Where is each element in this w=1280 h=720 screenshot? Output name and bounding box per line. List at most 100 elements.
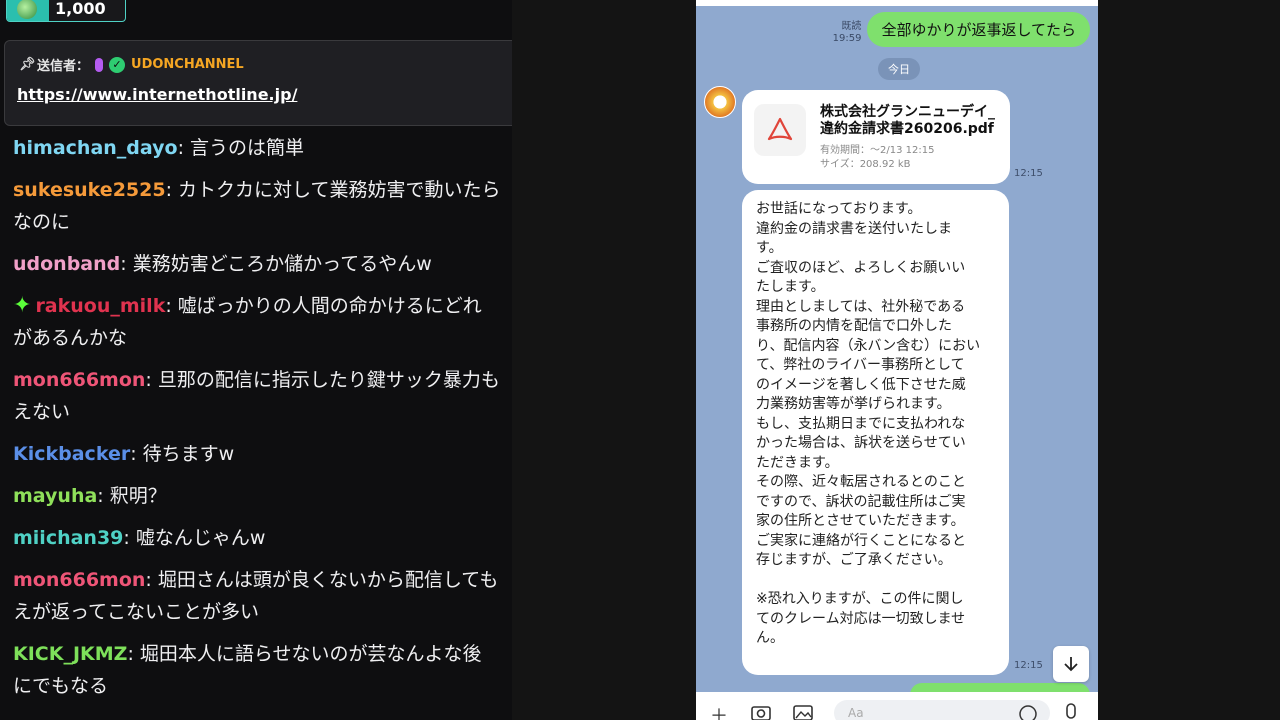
message-line	[756, 571, 999, 591]
line-chat-screen: 既読 19:59 全部ゆかりが返事返してたら 今日 株式会社グランニューデイ_違…	[696, 0, 1098, 720]
chat-text: 旦那の配信に指示したり鍵サック暴力も	[157, 369, 500, 391]
chat-username[interactable]: mon666mon	[13, 569, 145, 591]
file-time: 12:15	[1014, 168, 1043, 179]
message-line: かった場合は、訴状を送らせてい	[756, 435, 966, 451]
message-line: てのクレーム対応は一切致しませ	[756, 610, 966, 627]
microphone-icon[interactable]	[1064, 702, 1078, 720]
chat-text-continued: にでもなる	[13, 675, 109, 697]
message-line: す。	[756, 240, 783, 256]
pin-icon: 📌︎	[19, 57, 36, 72]
chat-username[interactable]: KICK_JKMZ	[13, 643, 127, 665]
message-line: ご実家に連絡が行くことになると	[756, 532, 966, 549]
chat-message: himachan_dayo: 言うのは簡単	[13, 137, 305, 159]
chat-text: 堀田さんは頭が良くないから配信しても	[157, 569, 499, 591]
scroll-down-button[interactable]	[1053, 646, 1089, 682]
chat-text-continued: えが返ってこないことが多い	[13, 601, 260, 623]
pdf-icon	[754, 104, 806, 156]
message-line: て、弊社のライバー事務所として	[756, 357, 965, 373]
chat-message: udonband: 業務妨害どころか儲かってるやんw	[13, 253, 432, 275]
chat-text-continued: なのに	[13, 211, 71, 233]
message-line: り、配信内容（永バン含む）におい	[756, 337, 981, 354]
chat-text: 嘘ばっかりの人間の命かけるにどれ	[177, 295, 482, 317]
chat-text: 堀田本人に語らせないのが芸なんよな後	[139, 643, 482, 665]
chat-text: 釈明？	[109, 485, 167, 507]
gift-badge[interactable]: 1,000	[6, 0, 126, 22]
pinned-message: 📌︎ 送信者： ✓ UDONCHANNEL https://www.intern…	[4, 40, 512, 126]
message-line: 力業務妨害等が挙げられます。	[756, 396, 951, 412]
chat-text-continued: えない	[13, 401, 71, 423]
avatar[interactable]	[704, 86, 736, 118]
chat-username[interactable]: Kickbacker	[13, 443, 130, 465]
file-size: サイズ：208.92 kB	[820, 159, 911, 170]
chat-message: mon666mon: 堀田さんは頭が良くないから配信しても えが返ってこないこと…	[0, 560, 512, 634]
input-bar: ＋ Aa	[696, 692, 1098, 720]
gem-icon	[17, 0, 37, 19]
message-line: 存じますが、ご了承ください。	[756, 552, 952, 568]
chat-username[interactable]: mon666mon	[13, 369, 145, 391]
chat-username[interactable]: udonband	[13, 253, 120, 275]
chat-message: mayuha: 釈明？	[13, 485, 167, 507]
date-divider: 今日	[878, 58, 920, 80]
verified-icon: ✓	[109, 56, 126, 73]
message-line: 事務所の内情を配信で口外した	[756, 318, 952, 334]
image-icon[interactable]	[792, 702, 814, 720]
file-attachment[interactable]: 株式会社グランニューデイ_違約金請求書260206.pdf 有効期間：～2/13…	[742, 90, 1010, 184]
message-line: 違約金の請求書を送付いたしま	[756, 220, 952, 237]
sent-time: 19:59	[832, 33, 862, 44]
message-line: 家の住所とさせていただきます。	[756, 513, 965, 529]
screen: 1,000 📌︎ 送信者： ✓ UDONCHANNEL https://www.…	[0, 0, 1280, 720]
message-line: ご査収のほど、よろしくお願いい	[756, 259, 966, 276]
message-line: ただきます。	[756, 454, 839, 471]
chat-message: Kickbacker: 待ちますw	[13, 443, 235, 465]
message-line: お世話になっております。	[756, 201, 922, 217]
message-line: もし、支払期日までに支払われな	[756, 415, 966, 432]
plus-icon[interactable]: ＋	[710, 702, 728, 720]
stream-chat-panel: 1,000 📌︎ 送信者： ✓ UDONCHANNEL https://www.…	[0, 0, 512, 720]
chat-message: miichan39: 嘘なんじゃんw	[13, 527, 266, 549]
pinned-sender-row: 📌︎ 送信者： ✓ UDONCHANNEL	[19, 55, 244, 74]
chat-username[interactable]: rakuou_milk	[35, 295, 165, 317]
chat-message: mon666mon: 旦那の配信に指示したり鍵サック暴力も えない	[0, 360, 512, 434]
chat-username[interactable]: mayuha	[13, 485, 97, 507]
background-area	[1098, 0, 1280, 720]
chat-message-list: himachan_dayo: 言うのは簡単 sukesuke2525: カトクカ…	[0, 128, 512, 708]
chat-message: sukesuke2525: カトクカに対して業務妨害で動いたら なのに	[0, 170, 512, 244]
chat-text: カトクカに対して業務妨害で動いたら	[178, 179, 501, 201]
background-area	[512, 0, 696, 720]
chat-message: ✦ rakuou_milk: 嘘ばっかりの人間の命かけるにどれ があるんかな	[0, 286, 512, 360]
chat-username[interactable]: himachan_dayo	[13, 137, 178, 159]
microphone-icon	[95, 57, 104, 72]
chat-text: 嘘なんじゃんw	[135, 527, 266, 549]
chat-message: KICK_JKMZ: 堀田本人に語らせないのが芸なんよな後 にでもなる	[0, 634, 512, 708]
message-line: ん。	[756, 630, 784, 646]
sender-label: 送信者：	[37, 59, 90, 74]
message-line: ですので、訴状の記載住所はご実	[756, 493, 966, 510]
sent-meta: 既読 19:59	[833, 21, 862, 45]
file-expiry: 有効期間：～2/13 12:15	[820, 145, 935, 156]
file-name: 株式会社グランニューデイ_違約金請求書260206.pdf	[820, 104, 995, 137]
message-time: 12:15	[1014, 660, 1043, 671]
chat-text-continued: があるんかな	[13, 327, 128, 349]
badge-amount: 1,000	[55, 0, 106, 18]
received-message-bubble[interactable]: お世話になっております。違約金の請求書を送付いたしま す。ご査収のほど、よろしくお…	[742, 190, 1009, 675]
pinned-link[interactable]: https://www.internethotline.jp/	[17, 85, 297, 104]
message-line: その際、近々転居されるとのこと	[756, 474, 966, 490]
chat-username[interactable]: sukesuke2525	[13, 179, 166, 201]
arrow-down-icon	[1064, 657, 1078, 672]
sent-bubble[interactable]: 全部ゆかりが返事返してたら	[867, 12, 1090, 47]
sparkle-badge-icon: ✦	[13, 293, 32, 318]
message-line: 理由としましては、社外秘である	[756, 298, 966, 315]
camera-icon[interactable]	[750, 702, 772, 720]
chat-text: 言うのは簡単	[190, 137, 305, 159]
message-line: のイメージを著しく低下させた威	[756, 376, 966, 393]
read-label: 既読	[841, 21, 862, 32]
chat-text: 待ちますw	[142, 443, 235, 465]
sent-message-row: 既読 19:59 全部ゆかりが返事返してたら	[833, 12, 1090, 47]
chat-username[interactable]: miichan39	[13, 527, 123, 549]
message-line: ※恐れ入りますが、この件に関し	[756, 591, 964, 607]
message-line: たします。	[756, 279, 825, 295]
chat-text: 業務妨害どころか儲かってるやんw	[132, 253, 432, 275]
emoji-icon[interactable]	[1018, 704, 1038, 720]
top-strip	[696, 0, 1098, 6]
channel-name[interactable]: UDONCHANNEL	[131, 57, 244, 72]
